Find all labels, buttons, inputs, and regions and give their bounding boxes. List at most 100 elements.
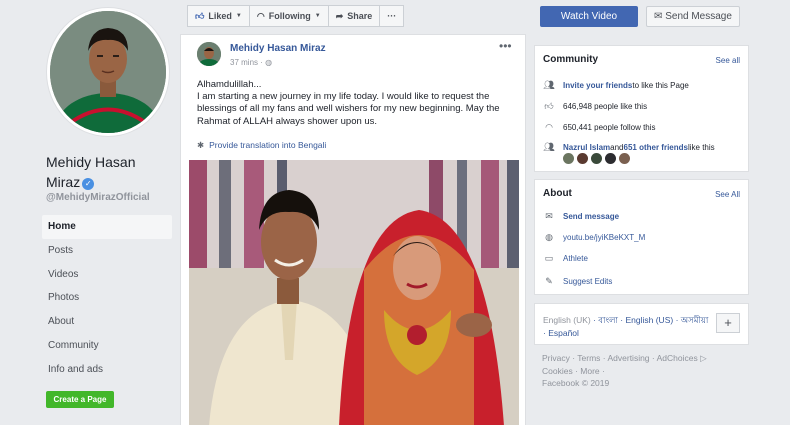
invite-friends-row: 👥︎ Invite your friends to like this Page: [543, 80, 689, 91]
language-option-bangla[interactable]: · বাংলা: [591, 315, 618, 325]
rss-icon: ◠: [256, 10, 265, 21]
send-message-label: Send Message: [665, 11, 732, 22]
about-see-all-link[interactable]: See All: [715, 190, 740, 199]
suggest-edits-link[interactable]: Suggest Edits: [563, 277, 612, 286]
post-timestamp[interactable]: 37 mins · ◍: [230, 58, 272, 67]
page-footer: Privacy · Terms · Advertising · AdChoice…: [542, 352, 742, 390]
page-name-line1: Mehidy Hasan: [46, 154, 136, 170]
more-options-button[interactable]: ···: [379, 5, 405, 27]
share-arrow-icon: ➦: [335, 10, 344, 21]
language-option-assamese[interactable]: · অসমীয়া: [673, 315, 709, 325]
language-option-spanish[interactable]: · Español: [543, 328, 579, 338]
messenger-icon: ✉: [545, 211, 553, 221]
footer-copyright: Facebook © 2019: [542, 378, 610, 388]
avatar[interactable]: [605, 153, 616, 164]
likes-row: 👍︎ 646,948 people like this: [543, 101, 647, 112]
about-title: About: [543, 188, 572, 199]
send-message-button[interactable]: ✉ Send Message: [646, 6, 740, 27]
nav-item-posts[interactable]: Posts: [42, 239, 172, 263]
page-nav: Home Posts Videos Photos About Community…: [42, 215, 172, 382]
invite-friends-rest: to like this Page: [632, 81, 689, 90]
avatar[interactable]: [591, 153, 602, 164]
gear-icon: ✱: [197, 140, 205, 150]
category-row: ▭ Athlete: [543, 253, 588, 264]
profile-picture[interactable]: [47, 8, 169, 136]
about-card: About See All ✉ Send message ◍ youtu.be/…: [534, 179, 749, 295]
friends-like-row: 👥︎ Nazrul Islam and 651 other friends li…: [543, 142, 715, 153]
profile-photo-illustration: [50, 11, 166, 133]
post-card: Mehidy Hasan Miraz 37 mins · ◍ ••• Alham…: [180, 34, 526, 425]
left-column: Mehidy Hasan Miraz ✓ @MehidyMirazOfficial…: [0, 0, 178, 425]
language-list: English (UK) · বাংলা · English (US) · অস…: [543, 314, 713, 340]
friend-avatars: [563, 153, 633, 164]
friend-name-link[interactable]: Nazrul Islam: [563, 143, 610, 152]
likes-count: 646,948 people like this: [563, 102, 648, 111]
curtain-stripes: [189, 160, 519, 270]
page-action-bar: 👍︎ Liked ▼ ◠ Following ▼ ➦ Share ···: [187, 5, 405, 27]
community-title: Community: [543, 54, 598, 65]
following-button[interactable]: ◠ Following ▼: [248, 5, 329, 27]
avatar[interactable]: [619, 153, 630, 164]
website-link[interactable]: youtu.be/jyiKBeKXT_M: [563, 233, 645, 242]
tag-icon: ▭: [544, 253, 554, 263]
community-see-all-link[interactable]: See all: [716, 56, 740, 65]
website-row: ◍ youtu.be/jyiKBeKXT_M: [543, 232, 645, 243]
page-handle[interactable]: @MehidyMirazOfficial: [46, 192, 150, 203]
other-friends-link[interactable]: 651 other friends: [624, 143, 688, 152]
nav-item-home[interactable]: Home: [42, 215, 172, 239]
translation-link[interactable]: ✱ Provide translation into Bengali: [197, 140, 326, 151]
category-link[interactable]: Athlete: [563, 254, 588, 263]
post-options-button[interactable]: •••: [499, 39, 512, 53]
about-send-message-link[interactable]: Send message: [563, 212, 619, 221]
follows-count: 650,441 people follow this: [563, 123, 656, 132]
share-button[interactable]: ➦ Share: [327, 5, 381, 27]
friends-icon: 👥︎: [543, 142, 555, 152]
friend-rest: like this: [687, 143, 715, 152]
friends-icon: 👥︎: [543, 80, 555, 90]
nav-item-about[interactable]: About: [42, 310, 172, 334]
more-dots-icon: ···: [387, 11, 397, 21]
rss-icon: ◠: [545, 122, 553, 132]
post-text: Alhamdulillah... I am starting a new jou…: [197, 79, 519, 128]
watch-video-button[interactable]: Watch Video: [540, 6, 638, 27]
send-message-row: ✉ Send message: [543, 211, 619, 222]
liked-button[interactable]: 👍︎ Liked ▼: [187, 5, 250, 27]
follows-row: ◠ 650,441 people follow this: [543, 122, 656, 133]
verified-check-icon: ✓: [82, 178, 95, 190]
footer-links-line2[interactable]: Cookies · More ·: [542, 365, 742, 378]
page-name-line2: Miraz: [46, 174, 81, 190]
suggest-edits-row: ✎ Suggest Edits: [543, 276, 612, 287]
chevron-down-icon: ▼: [235, 13, 242, 19]
post-text-body: I am starting a new journey in my life t…: [197, 91, 500, 127]
messenger-icon: ✉: [654, 11, 663, 22]
share-label: Share: [347, 11, 373, 21]
chevron-down-icon: ▼: [314, 13, 321, 19]
translation-label: Provide translation into Bengali: [209, 140, 327, 150]
language-current: English (UK): [543, 315, 591, 325]
avatar: [50, 11, 166, 133]
invite-friends-link[interactable]: Invite your friends: [563, 81, 632, 90]
language-option-english-us[interactable]: · English (US): [618, 315, 673, 325]
wedding-photo-illustration: [189, 160, 519, 425]
globe-icon: ◍: [265, 58, 273, 67]
post-time: 37 mins: [230, 58, 259, 67]
following-label: Following: [268, 11, 311, 21]
footer-links-line1[interactable]: Privacy · Terms · Advertising · AdChoice…: [542, 352, 742, 365]
nav-item-photos[interactable]: Photos: [42, 286, 172, 310]
community-card: Community See all 👥︎ Invite your friends…: [534, 45, 749, 172]
create-page-button[interactable]: Create a Page: [46, 391, 114, 408]
post-author-name[interactable]: Mehidy Hasan Miraz: [230, 43, 326, 54]
author-avatar-illustration: [197, 42, 221, 66]
thumbs-up-icon: 👍︎: [195, 10, 205, 21]
nav-item-info-and-ads[interactable]: Info and ads: [42, 358, 172, 382]
more-languages-button[interactable]: +: [716, 313, 740, 333]
thumbs-up-icon: 👍︎: [544, 101, 554, 111]
post-photo[interactable]: [189, 160, 519, 425]
nav-item-videos[interactable]: Videos: [42, 263, 172, 287]
post-author-avatar[interactable]: [197, 42, 221, 66]
liked-label: Liked: [208, 11, 232, 21]
nav-item-community[interactable]: Community: [42, 334, 172, 358]
avatar[interactable]: [563, 153, 574, 164]
globe-icon: ◍: [545, 232, 553, 242]
avatar[interactable]: [577, 153, 588, 164]
